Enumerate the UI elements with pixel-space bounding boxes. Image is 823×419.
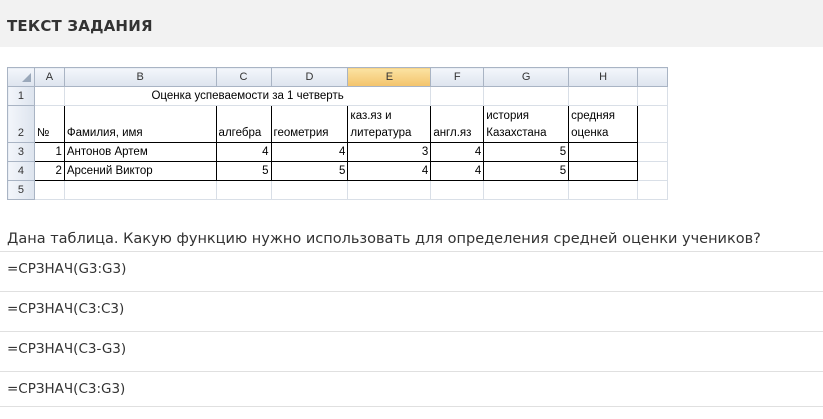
- cell-e5: [347, 180, 432, 200]
- answer-option-label: =СРЗНАЧ(C3:C3): [7, 301, 125, 317]
- header-english-cell: англ.яз: [430, 105, 485, 143]
- answer-option-label: =СРЗНАЧ(C3-G3): [7, 341, 127, 357]
- cell-a5: [33, 180, 65, 200]
- column-header-g: G: [483, 67, 570, 87]
- cell-i2: [637, 105, 668, 143]
- cell-geometry: 5: [270, 161, 349, 181]
- cell-kazakh: 4: [347, 161, 432, 181]
- row-header-2: 2: [7, 105, 35, 143]
- cell-history: 5: [483, 142, 570, 162]
- cell-a1: [33, 86, 65, 106]
- spreadsheet-table: A B C D E F G H 1 Оценка успеваемости за…: [7, 67, 668, 200]
- cell-f5: [430, 180, 485, 200]
- cell-i5: [637, 180, 668, 200]
- cell-average: [568, 142, 639, 162]
- header-geometry-cell: геометрия: [270, 105, 349, 143]
- cell-b5: [63, 180, 217, 200]
- column-header-c: C: [215, 67, 272, 87]
- row-header-4: 4: [7, 161, 35, 181]
- cell-h1: [568, 86, 639, 106]
- cell-c5: [215, 180, 272, 200]
- cell-number: 1: [33, 142, 65, 162]
- column-header-a: A: [33, 67, 65, 87]
- row-header-3: 3: [7, 142, 35, 162]
- header-kazakh-line2: литература: [350, 127, 412, 139]
- question-text: Дана таблица. Какую функцию нужно исполь…: [7, 231, 761, 247]
- answer-option-label: =СРЗНАЧ(C3:G3): [7, 381, 126, 397]
- header-algebra-cell: алгебра: [215, 105, 272, 143]
- cell-i1: [637, 86, 668, 106]
- cell-english: 4: [430, 142, 485, 162]
- column-header-e: E: [347, 67, 432, 87]
- cell-i3: [637, 142, 668, 162]
- cell-g5: [483, 180, 570, 200]
- answer-option-2[interactable]: =СРЗНАЧ(C3:C3): [0, 291, 823, 326]
- column-header-f: F: [430, 67, 485, 87]
- spreadsheet-image: A B C D E F G H 1 Оценка успеваемости за…: [7, 67, 668, 211]
- answer-option-3[interactable]: =СРЗНАЧ(C3-G3): [0, 331, 823, 366]
- header-kazakh-line1: каз.яз и: [350, 110, 392, 122]
- row-header-1: 1: [7, 86, 35, 106]
- header-average-line2: оценка: [571, 127, 609, 139]
- column-header-d: D: [270, 67, 349, 87]
- sheet-title-cell: Оценка успеваемости за 1 четверть: [63, 86, 432, 106]
- sheet-row-3: 3 1 Антонов Артем 4 4 3 4 5: [7, 142, 668, 162]
- column-header-extra: [637, 67, 668, 87]
- header-history-line1: история: [486, 110, 530, 122]
- cell-english: 4: [430, 161, 485, 181]
- cell-name: Антонов Артем: [63, 142, 217, 162]
- cell-number: 2: [33, 161, 65, 181]
- cell-name: Арсений Виктор: [63, 161, 217, 181]
- cell-geometry: 4: [270, 142, 349, 162]
- row-header-5: 5: [7, 180, 35, 200]
- sheet-row-1: 1 Оценка успеваемости за 1 четверть: [7, 86, 668, 106]
- header-history-line2: Казахстана: [486, 127, 547, 139]
- sheet-row-2: 2 № Фамилия, имя алгебра геометрия каз.я…: [7, 105, 668, 143]
- header-number-cell: №: [33, 105, 65, 143]
- answer-option-1[interactable]: =СРЗНАЧ(G3:G3): [0, 251, 823, 286]
- header-average-line1: средняя: [571, 110, 615, 122]
- sheet-row-4: 4 2 Арсений Виктор 5 5 4 4 5: [7, 161, 668, 181]
- header-average-cell: средняя оценка: [568, 105, 639, 143]
- cell-i4: [637, 161, 668, 181]
- column-header-h: H: [568, 67, 639, 87]
- header-history-cell: история Казахстана: [483, 105, 570, 143]
- cell-algebra: 4: [215, 142, 272, 162]
- cell-h5: [568, 180, 639, 200]
- cell-g1: [483, 86, 570, 106]
- task-header: ТЕКСТ ЗАДАНИЯ: [0, 0, 823, 47]
- task-header-title: ТЕКСТ ЗАДАНИЯ: [7, 17, 153, 35]
- answer-option-4[interactable]: =СРЗНАЧ(C3:G3): [0, 371, 823, 407]
- cell-average: [568, 161, 639, 181]
- sheet-row-5: 5: [7, 180, 668, 200]
- column-header-row: A B C D E F G H: [7, 67, 668, 87]
- column-header-b: B: [63, 67, 217, 87]
- cell-algebra: 5: [215, 161, 272, 181]
- header-kazakh-cell: каз.яз и литература: [347, 105, 432, 143]
- cell-d5: [270, 180, 349, 200]
- header-name-cell: Фамилия, имя: [63, 105, 217, 143]
- select-all-corner: [7, 67, 35, 87]
- answer-option-label: =СРЗНАЧ(G3:G3): [7, 261, 127, 277]
- cell-kazakh: 3: [347, 142, 432, 162]
- cell-history: 5: [483, 161, 570, 181]
- cell-f1: [430, 86, 485, 106]
